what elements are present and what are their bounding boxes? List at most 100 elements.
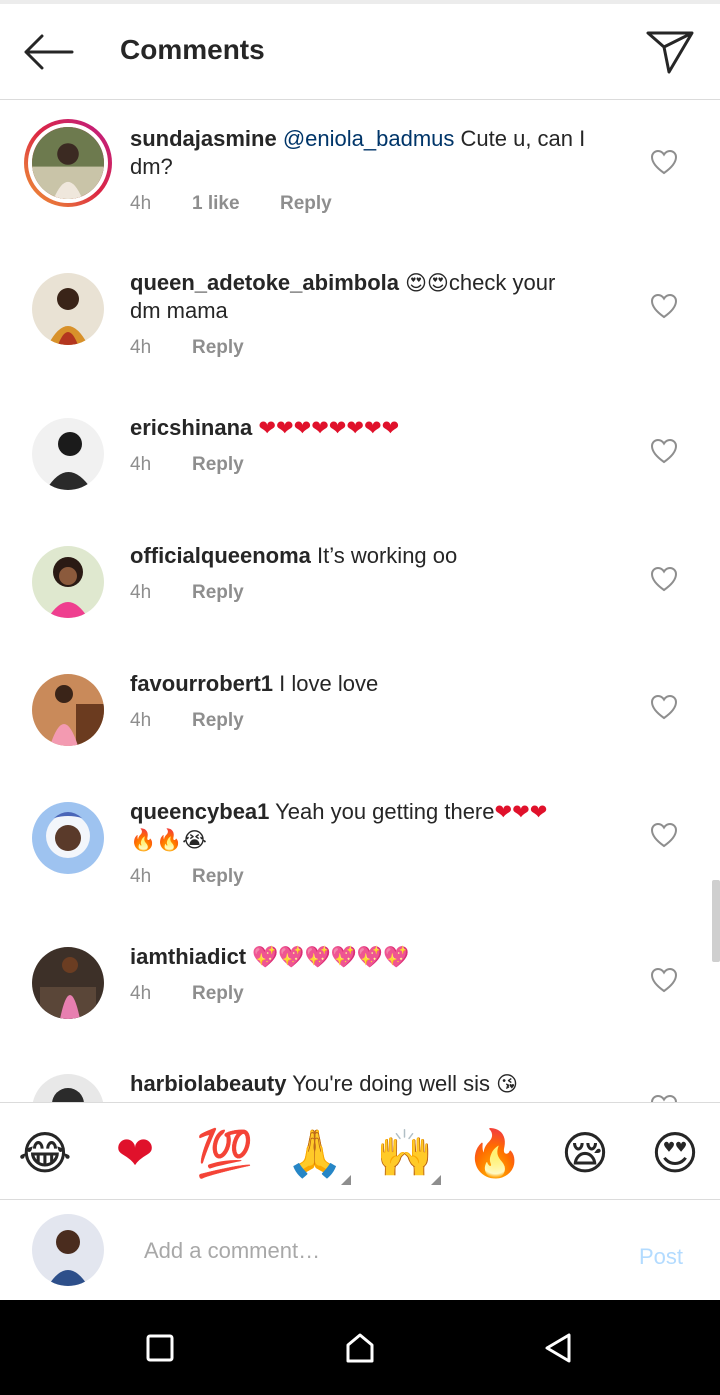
quick-emoji-bar: 😂 ❤ 💯 🙏 🙌 🔥 😪 😍 xyxy=(0,1102,720,1200)
share-button[interactable] xyxy=(640,26,700,78)
comment-body: I love love xyxy=(273,671,379,696)
emoji-button-tears-of-joy[interactable]: 😂 xyxy=(15,1123,75,1183)
comment-body: Yeah you getting there xyxy=(269,799,495,824)
red-heart-emoji: ❤❤❤ xyxy=(494,800,548,824)
comment-username[interactable]: queen_adetoke_abimbola xyxy=(130,270,399,295)
comment-body-cont: dm? xyxy=(130,154,173,179)
face-blowing-kiss-emoji: 😘 xyxy=(496,1072,519,1096)
comment-username[interactable]: ericshinana xyxy=(130,415,252,440)
home-button[interactable] xyxy=(340,1328,380,1368)
comment-time: 4h xyxy=(130,582,152,603)
comment-time: 4h xyxy=(130,710,152,731)
comment-time: 4h xyxy=(130,337,152,358)
home-icon xyxy=(346,1333,374,1363)
emoji-button-red-heart[interactable]: ❤ xyxy=(105,1123,165,1183)
heart-outline-icon[interactable] xyxy=(650,438,678,464)
avatar-ericshinana[interactable] xyxy=(32,418,104,490)
post-button[interactable]: Post xyxy=(639,1244,683,1270)
comment-time: 4h xyxy=(130,983,152,1004)
comment-time: 4h xyxy=(130,454,152,475)
comment-meta: 4h Reply xyxy=(130,866,244,888)
raising-hands-emoji: 🙌 xyxy=(376,1126,434,1180)
comment-input[interactable] xyxy=(144,1234,604,1268)
comment-text: queen_adetoke_abimbola 😍😍check your dm m… xyxy=(130,269,610,325)
reply-button[interactable]: Reply xyxy=(192,454,244,476)
avatar-favourrobert1[interactable] xyxy=(32,674,104,746)
comment-username[interactable]: officialqueenoma xyxy=(130,543,311,568)
arrow-left-icon xyxy=(24,34,74,70)
emoji-button-fire[interactable]: 🔥 xyxy=(465,1123,525,1183)
square-icon xyxy=(146,1334,174,1362)
comment-username[interactable]: favourrobert1 xyxy=(130,671,273,696)
comment-time: 4h xyxy=(130,193,152,214)
comment-text: ericshinana ❤❤❤❤❤❤❤❤ xyxy=(130,414,610,442)
comment-text: harbiolabeauty You're doing well sis 😘 xyxy=(130,1070,610,1098)
comment-meta: 4h Reply xyxy=(130,337,244,359)
system-nav-bar xyxy=(0,1300,720,1395)
reply-button[interactable]: Reply xyxy=(192,983,244,1005)
heart-outline-icon[interactable] xyxy=(650,293,678,319)
reply-button[interactable]: Reply xyxy=(280,193,332,215)
comment-text: queencybea1 Yeah you getting there❤❤❤ 🔥🔥… xyxy=(130,798,610,854)
smiling-face-heart-eyes-emoji: 😍😍 xyxy=(405,271,449,295)
recents-button[interactable] xyxy=(140,1328,180,1368)
comment-body-cont: dm mama xyxy=(130,298,228,323)
comment-username[interactable]: queencybea1 xyxy=(130,799,269,824)
reply-button[interactable]: Reply xyxy=(192,710,244,732)
paper-plane-icon xyxy=(646,31,694,74)
heart-outline-icon[interactable] xyxy=(650,1094,678,1102)
comment-username[interactable]: iamthiadict xyxy=(130,944,246,969)
heart-outline-icon[interactable] xyxy=(650,694,678,720)
heart-outline-icon[interactable] xyxy=(650,967,678,993)
avatar-harbiolabeauty[interactable] xyxy=(32,1074,104,1102)
comment-body: Cute u, can I xyxy=(454,126,586,151)
comment-meta: 4h Reply xyxy=(130,983,244,1005)
red-heart-emoji: ❤❤❤❤❤❤❤❤ xyxy=(258,416,400,440)
comment-body: You're doing well sis xyxy=(286,1071,497,1096)
comments-list[interactable]: sundajasmine @eniola_badmus Cute u, can … xyxy=(0,101,720,1102)
emoji-button-raising-hands[interactable]: 🙌 xyxy=(375,1123,441,1185)
comment-meta: 4h Reply xyxy=(130,454,244,476)
back-nav-button[interactable] xyxy=(538,1328,578,1368)
skin-tone-indicator-icon xyxy=(431,1175,441,1185)
scrollbar-thumb[interactable] xyxy=(712,880,720,962)
emoji-button-sleepy[interactable]: 😪 xyxy=(555,1123,615,1183)
comment-body: check your xyxy=(448,270,556,295)
comment-meta: 4h Reply xyxy=(130,582,244,604)
mention-link[interactable]: @eniola_badmus xyxy=(283,126,455,151)
comment-username[interactable]: sundajasmine xyxy=(130,126,277,151)
comment-likes-count[interactable]: 1 like xyxy=(192,193,280,215)
page-title: Comments xyxy=(120,34,265,65)
emoji-button-hundred[interactable]: 💯 xyxy=(195,1123,255,1183)
comment-username[interactable]: harbiolabeauty xyxy=(130,1071,286,1096)
reply-button[interactable]: Reply xyxy=(192,337,244,359)
fire-crying-emoji: 🔥🔥😭 xyxy=(130,828,207,852)
heart-outline-icon[interactable] xyxy=(650,566,678,592)
emoji-button-heart-eyes[interactable]: 😍 xyxy=(645,1123,705,1183)
comment-body: It’s working oo xyxy=(310,543,458,568)
avatar-officialqueenoma[interactable] xyxy=(32,546,104,618)
reply-button[interactable]: Reply xyxy=(192,866,244,888)
avatar-sundajasmine[interactable] xyxy=(24,119,112,207)
comment-text: sundajasmine @eniola_badmus Cute u, can … xyxy=(130,125,610,181)
avatar-queen_adetoke_abimbola[interactable] xyxy=(32,273,104,345)
avatar-queencybea1[interactable] xyxy=(32,802,104,874)
comment-meta: 4h Reply xyxy=(130,710,244,732)
folded-hands-emoji: 🙏 xyxy=(286,1126,344,1180)
comment-composer: Post xyxy=(0,1200,720,1300)
reply-button[interactable]: Reply xyxy=(192,582,244,604)
current-user-avatar xyxy=(32,1214,104,1286)
heart-outline-icon[interactable] xyxy=(650,822,678,848)
avatar-iamthiadict[interactable] xyxy=(32,947,104,1019)
heart-outline-icon[interactable] xyxy=(650,149,678,175)
skin-tone-indicator-icon xyxy=(341,1175,351,1185)
comment-time: 4h xyxy=(130,866,152,887)
emoji-button-folded-hands[interactable]: 🙏 xyxy=(285,1123,351,1185)
comment-meta: 4h 1 like Reply xyxy=(130,193,332,215)
triangle-back-icon xyxy=(545,1333,571,1363)
app-header: Comments xyxy=(0,4,720,100)
back-button[interactable] xyxy=(18,28,78,76)
comment-text: iamthiadict 💖💖💖💖💖💖 xyxy=(130,943,610,971)
comment-text: favourrobert1 I love love xyxy=(130,670,610,698)
comment-text: officialqueenoma It’s working oo xyxy=(130,542,610,570)
